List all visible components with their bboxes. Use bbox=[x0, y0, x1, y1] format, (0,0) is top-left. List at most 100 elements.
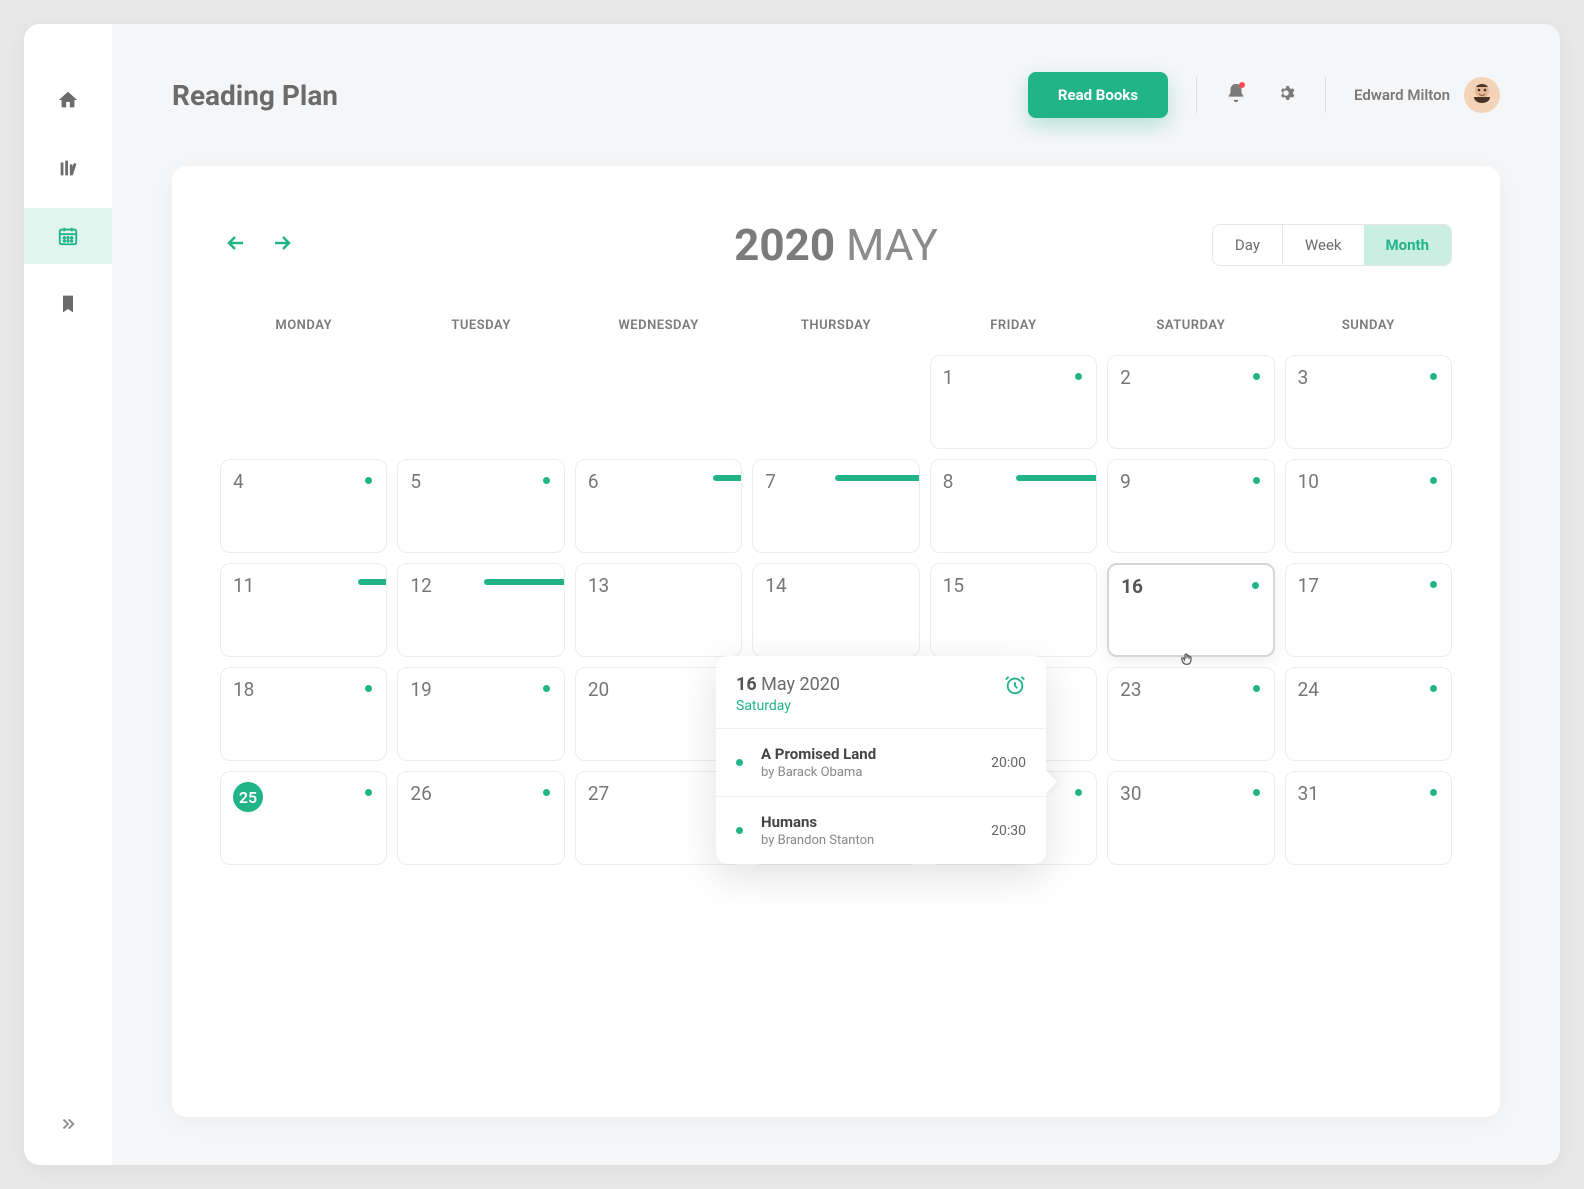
book-title: A Promised Land bbox=[761, 745, 973, 763]
calendar-header: 2020 MAY Day Week Month bbox=[220, 224, 1452, 266]
event-indicator-dot bbox=[1253, 685, 1260, 692]
book-author: by Brandon Stanton bbox=[761, 833, 973, 848]
calendar-day-cell[interactable]: 7 bbox=[752, 459, 919, 553]
sidebar bbox=[24, 24, 112, 1165]
popover-weekday: Saturday bbox=[736, 698, 840, 714]
day-number: 8 bbox=[943, 470, 1084, 493]
weekday-label: SATURDAY bbox=[1107, 318, 1274, 333]
calendar-day-cell[interactable]: 10 bbox=[1285, 459, 1452, 553]
header: Reading Plan Read Books Edward Milton bbox=[172, 72, 1500, 118]
sidebar-item-calendar[interactable] bbox=[24, 208, 112, 264]
day-popover: 16 May 2020 Saturday A Promised Landby B… bbox=[716, 656, 1046, 864]
weekday-label: THURSDAY bbox=[752, 318, 919, 333]
calendar-day-cell[interactable]: 25 bbox=[220, 771, 387, 865]
event-bar bbox=[484, 579, 564, 585]
calendar-day-cell[interactable]: 12 bbox=[397, 563, 564, 657]
day-number: 31 bbox=[1298, 782, 1439, 805]
view-option-week[interactable]: Week bbox=[1282, 225, 1364, 265]
prev-month-button[interactable] bbox=[220, 227, 252, 263]
calendar-day-cell[interactable]: 11 bbox=[220, 563, 387, 657]
event-bar bbox=[835, 475, 919, 481]
day-number: 11 bbox=[233, 574, 374, 597]
calendar-day-cell[interactable]: 14 bbox=[752, 563, 919, 657]
day-number: 27 bbox=[588, 782, 729, 805]
reading-event-item[interactable]: A Promised Landby Barack Obama20:00 bbox=[716, 729, 1046, 797]
day-number: 5 bbox=[410, 470, 551, 493]
event-time: 20:00 bbox=[991, 755, 1026, 771]
event-content: Humansby Brandon Stanton bbox=[761, 813, 973, 848]
calendar-day-cell[interactable]: 17 bbox=[1285, 563, 1452, 657]
event-indicator-dot bbox=[1430, 685, 1437, 692]
calendar-day-cell[interactable]: 1 bbox=[930, 355, 1097, 449]
calendar-day-cell[interactable]: 3 bbox=[1285, 355, 1452, 449]
calendar-day-cell[interactable]: 4 bbox=[220, 459, 387, 553]
calendar-day-cell[interactable]: 18 bbox=[220, 667, 387, 761]
calendar-day-cell[interactable]: 26 bbox=[397, 771, 564, 865]
calendar-day-cell[interactable]: 13 bbox=[575, 563, 742, 657]
weekday-label: TUESDAY bbox=[397, 318, 564, 333]
gear-icon bbox=[1275, 82, 1297, 104]
day-number: 18 bbox=[233, 678, 374, 701]
calendar-day-cell[interactable]: 24 bbox=[1285, 667, 1452, 761]
calendar-day-cell[interactable]: 2 bbox=[1107, 355, 1274, 449]
sidebar-item-library[interactable] bbox=[24, 140, 112, 196]
calendar-empty-cell bbox=[575, 355, 742, 449]
arrow-left-icon bbox=[224, 231, 248, 255]
day-number: 20 bbox=[588, 678, 729, 701]
event-indicator-dot bbox=[1430, 789, 1437, 796]
alarm-button[interactable] bbox=[1004, 674, 1026, 700]
divider bbox=[1196, 77, 1197, 113]
calendar-day-cell[interactable]: 23 bbox=[1107, 667, 1274, 761]
weekday-label: MONDAY bbox=[220, 318, 387, 333]
pointer-cursor-icon bbox=[1179, 651, 1195, 671]
user-name: Edward Milton bbox=[1354, 86, 1450, 104]
main-content: Reading Plan Read Books Edward Milton bbox=[112, 24, 1560, 1165]
year-label: 2020 bbox=[734, 219, 835, 271]
event-indicator-dot bbox=[1430, 373, 1437, 380]
weekday-label: WEDNESDAY bbox=[575, 318, 742, 333]
reading-event-item[interactable]: Humansby Brandon Stanton20:30 bbox=[716, 797, 1046, 864]
month-label: MAY bbox=[846, 219, 938, 271]
day-number: 16 bbox=[1121, 575, 1260, 598]
day-number: 15 bbox=[943, 574, 1084, 597]
app-shell: Reading Plan Read Books Edward Milton bbox=[24, 24, 1560, 1165]
popover-header: 16 May 2020 Saturday bbox=[716, 656, 1046, 729]
calendar-day-cell[interactable]: 30 bbox=[1107, 771, 1274, 865]
calendar-empty-cell bbox=[397, 355, 564, 449]
calendar-day-cell[interactable]: 8 bbox=[930, 459, 1097, 553]
event-indicator-dot bbox=[543, 685, 550, 692]
calendar-day-cell[interactable]: 5 bbox=[397, 459, 564, 553]
day-number: 9 bbox=[1120, 470, 1261, 493]
sidebar-expand-button[interactable] bbox=[59, 1115, 77, 1137]
calendar-day-cell[interactable]: 15 bbox=[930, 563, 1097, 657]
read-books-button[interactable]: Read Books bbox=[1028, 72, 1168, 118]
view-option-month[interactable]: Month bbox=[1364, 225, 1451, 265]
event-indicator-dot bbox=[1430, 477, 1437, 484]
event-indicator-dot bbox=[1430, 581, 1437, 588]
day-number: 14 bbox=[765, 574, 906, 597]
calendar-day-cell[interactable]: 31 bbox=[1285, 771, 1452, 865]
event-indicator-dot bbox=[1253, 373, 1260, 380]
calendar-day-cell[interactable]: 19 bbox=[397, 667, 564, 761]
chevron-double-right-icon bbox=[59, 1115, 77, 1133]
sidebar-item-bookmarks[interactable] bbox=[24, 276, 112, 332]
event-indicator-dot bbox=[543, 789, 550, 796]
day-number: 1 bbox=[943, 366, 1084, 389]
calendar-day-cell[interactable]: 9 bbox=[1107, 459, 1274, 553]
calendar-day-cell[interactable]: 16 bbox=[1107, 563, 1274, 657]
event-dot bbox=[736, 759, 743, 766]
today-badge: 25 bbox=[233, 782, 263, 812]
weekday-label: FRIDAY bbox=[930, 318, 1097, 333]
next-month-button[interactable] bbox=[266, 227, 298, 263]
view-switcher: Day Week Month bbox=[1212, 224, 1452, 266]
home-icon bbox=[57, 89, 79, 111]
event-bar bbox=[358, 579, 386, 585]
sidebar-item-home[interactable] bbox=[24, 72, 112, 128]
settings-button[interactable] bbox=[1275, 82, 1297, 108]
event-indicator-dot bbox=[543, 477, 550, 484]
notifications-button[interactable] bbox=[1225, 82, 1247, 108]
weekday-label: SUNDAY bbox=[1285, 318, 1452, 333]
view-option-day[interactable]: Day bbox=[1213, 225, 1282, 265]
user-menu[interactable]: Edward Milton bbox=[1354, 77, 1500, 113]
calendar-day-cell[interactable]: 6 bbox=[575, 459, 742, 553]
